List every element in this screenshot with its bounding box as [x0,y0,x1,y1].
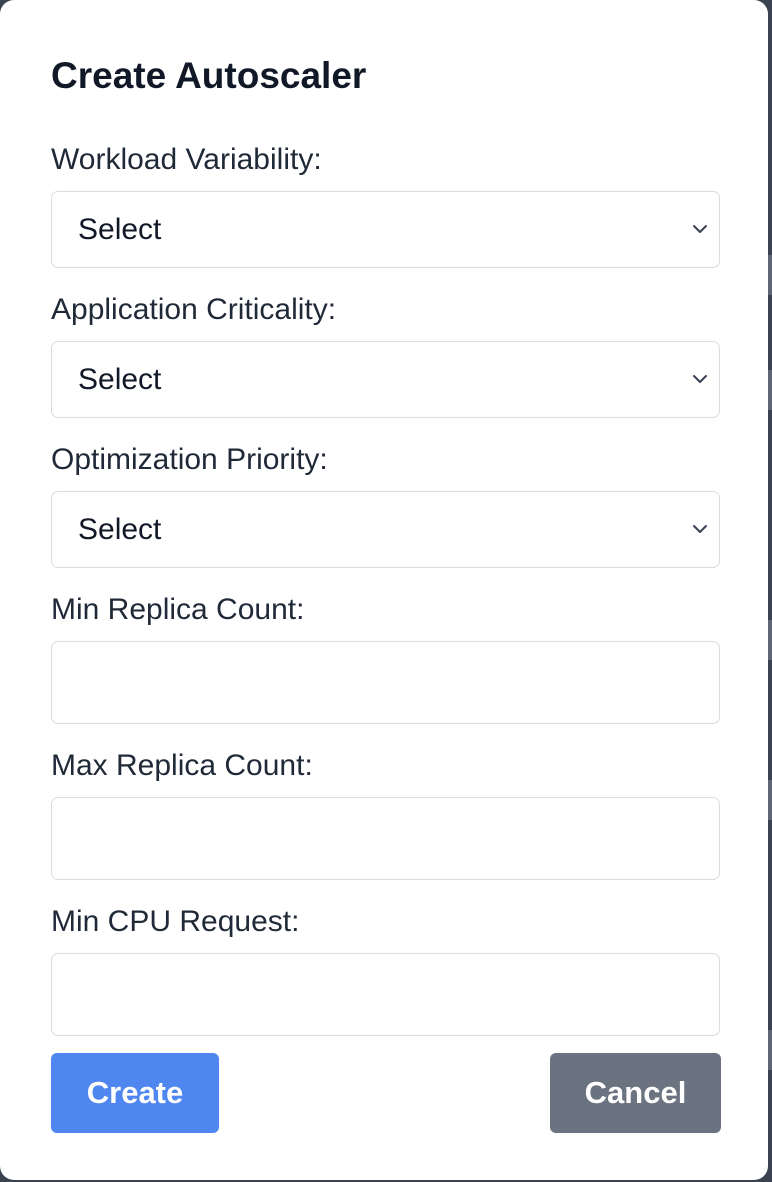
workload-variability-value: Select [78,213,162,246]
application-criticality-value: Select [78,363,162,396]
optimization-priority-label: Optimization Priority: [51,443,328,476]
min-replica-count-label: Min Replica Count: [51,593,305,626]
min-cpu-request-label: Min CPU Request: [51,905,300,938]
chevron-down-icon [693,375,707,383]
modal-title: Create Autoscaler [51,55,367,96]
application-criticality-label: Application Criticality: [51,293,337,326]
workload-variability-label: Workload Variability: [51,143,322,176]
optimization-priority-value: Select [78,513,162,546]
workload-variability-select[interactable]: Select [51,191,720,268]
min-cpu-request-input[interactable] [51,953,720,1036]
max-replica-count-label: Max Replica Count: [51,749,313,782]
create-autoscaler-modal: Create Autoscaler Workload Variability: … [0,0,768,1180]
cancel-button[interactable]: Cancel [550,1053,721,1133]
min-replica-count-input[interactable] [51,641,720,724]
optimization-priority-select[interactable]: Select [51,491,720,568]
create-button[interactable]: Create [51,1053,219,1133]
application-criticality-select[interactable]: Select [51,341,720,418]
chevron-down-icon [693,225,707,233]
max-replica-count-input[interactable] [51,797,720,880]
chevron-down-icon [693,525,707,533]
